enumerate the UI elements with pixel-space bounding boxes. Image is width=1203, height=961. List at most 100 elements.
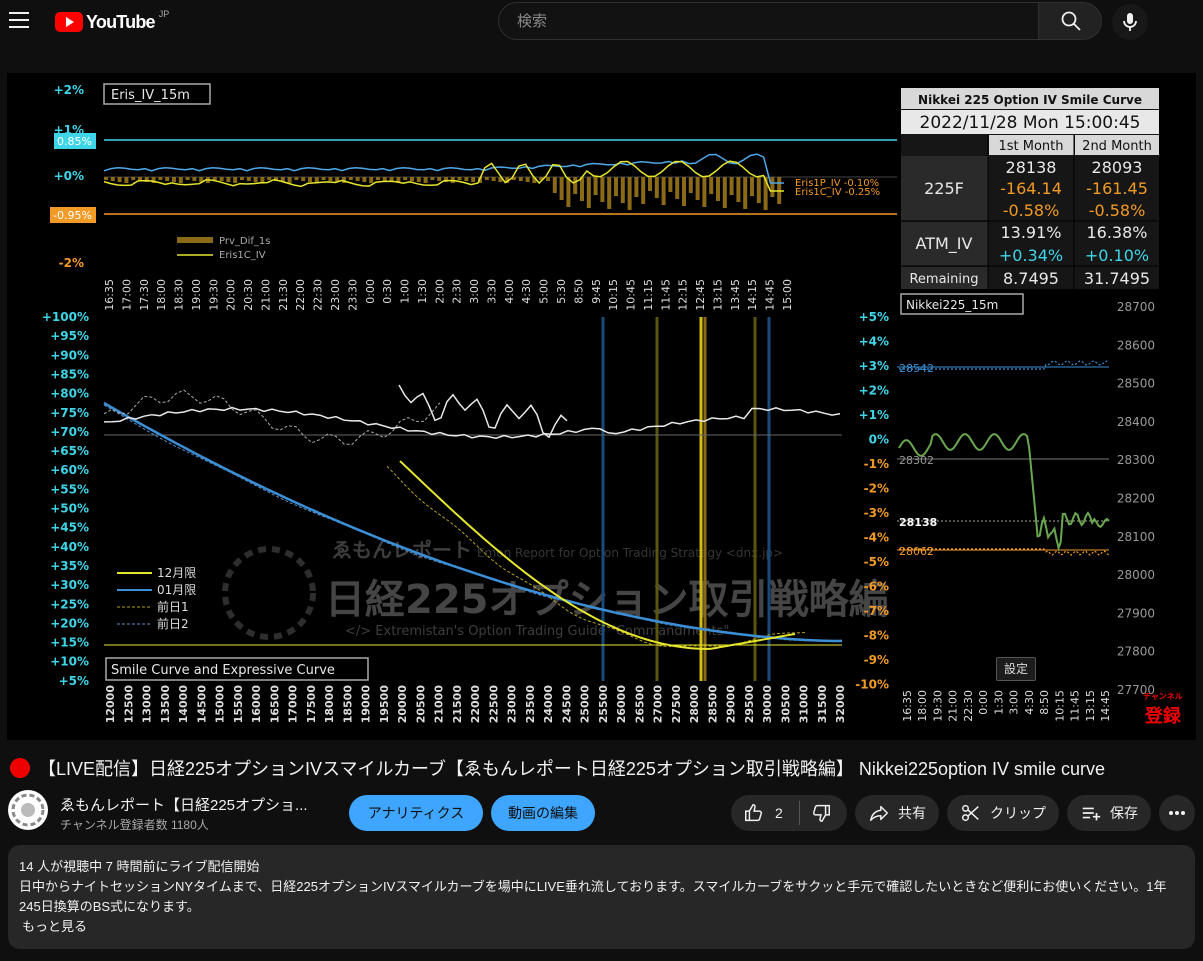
country-code: JP	[158, 9, 170, 19]
eris-x-tick: 11:15	[642, 279, 655, 311]
nikkei-x-tick: 13:15	[1084, 690, 1097, 722]
eris-x-tick: 10:45	[625, 279, 638, 311]
logo-wordmark: YouTube	[86, 11, 156, 32]
info-table: Nikkei 225 Option IV Smile Curve 2022/11…	[901, 88, 1159, 289]
eris-diff-bar	[376, 177, 380, 180]
smile-x-tick: 19000	[360, 685, 373, 724]
analytics-button[interactable]: アナリティクス	[349, 795, 483, 831]
eris-diff-bar	[688, 177, 693, 193]
smile-left-tick: +25%	[50, 597, 89, 611]
eris-x-tick: 22:30	[312, 279, 325, 311]
smile-right-tick: +2%	[859, 384, 889, 398]
share-button[interactable]: 共有	[855, 795, 939, 831]
smile-x-tick: 23500	[524, 685, 537, 724]
voice-search-button[interactable]	[1112, 4, 1148, 40]
eris-diff-bar	[682, 177, 686, 206]
edit-video-button[interactable]: 動画の編集	[491, 795, 595, 831]
smile-x-tick: 25000	[579, 685, 592, 724]
description-box[interactable]: 14 人が視聴中 7 時間前にライブ配信開始 日中からナイトセッションNYタイム…	[8, 845, 1195, 949]
nikkei-x-tick: 8:50	[1038, 690, 1051, 715]
like-dislike-group: 2	[731, 795, 847, 831]
smile-x-tick: 22000	[469, 685, 482, 724]
smile-left-tick: +90%	[50, 348, 89, 362]
info-col1: 1st Month	[998, 139, 1063, 154]
smile-x-tick: 23000	[506, 685, 519, 724]
thumbs-up-icon	[745, 804, 763, 822]
eris-diff-bar	[124, 177, 129, 183]
nikkei-x-tick: 3:00	[1008, 690, 1021, 715]
save-button[interactable]: 保存	[1067, 795, 1151, 831]
eris-x-tick: 17:30	[138, 279, 151, 311]
smile-x-tick: 32000	[834, 685, 847, 724]
smile-x-tick: 25500	[597, 685, 610, 724]
eris-diff-bar	[301, 177, 306, 181]
eris-diff-bar	[253, 177, 258, 182]
menu-icon[interactable]	[9, 12, 29, 28]
eris-x-tick: 8:50	[572, 279, 585, 304]
eris-diff-bar	[675, 177, 680, 199]
nikkei-x-tick: 0:00	[977, 690, 990, 715]
channel-name[interactable]: ゑもんレポート【日経225オプショ...	[60, 794, 330, 815]
smile-title: Smile Curve and Expressive Curve	[111, 663, 335, 678]
smile-right-tick: +4%	[859, 335, 889, 349]
eris-diff-bar	[192, 177, 197, 181]
eris-diff-bar	[362, 177, 367, 182]
clip-label: クリップ	[990, 805, 1046, 821]
like-button[interactable]: 2	[743, 802, 783, 824]
channel-watermark[interactable]: チャンネル 登録	[1143, 691, 1183, 728]
youtube-logo[interactable]: YouTube JP	[55, 9, 170, 33]
search-button[interactable]	[1038, 2, 1102, 40]
dislike-button[interactable]	[810, 802, 840, 824]
eris-diff-bar	[620, 177, 625, 203]
smile-x-tick: 18000	[323, 685, 336, 724]
smile-x-tick: 30500	[779, 685, 792, 724]
info-col2: 2nd Month	[1082, 139, 1152, 154]
search-input[interactable]	[515, 12, 1019, 31]
smile-x-tick: 24500	[560, 685, 573, 724]
avatar-emblem-icon	[11, 793, 45, 827]
description-text: 日中からナイトセッションNYタイムまで、日経225オプションIVスマイルカーブを…	[19, 879, 1167, 914]
smile-expressive-curve-1	[103, 406, 841, 439]
nikkei-x-tick: 4:30	[1023, 690, 1036, 715]
smile-legend: 12月限 01月限 前日1 前日2	[117, 566, 196, 631]
play-logo-icon	[55, 12, 83, 32]
subscriber-count: チャンネル登録者数 1180人	[60, 818, 209, 832]
channel-avatar[interactable]	[8, 790, 48, 830]
search-box	[498, 2, 1038, 40]
more-actions-button[interactable]	[1159, 795, 1195, 831]
show-more-link[interactable]: もっと見る	[22, 917, 87, 937]
nikkei-y-tick: 28100	[1117, 530, 1155, 544]
playlist-add-icon	[1082, 807, 1101, 821]
eris-diff-bar	[437, 177, 442, 181]
eris-y-tick: +2%	[54, 83, 84, 97]
eris-diff-bar	[552, 177, 557, 193]
video-frame: ゑもんレポート Emon Report for Option Trading S…	[42, 83, 1159, 724]
smile-x-tick: 13000	[141, 685, 154, 724]
eris-diff-bar	[233, 177, 238, 183]
eris-x-tick: 3:30	[485, 279, 498, 304]
smile-right-tick: -6%	[864, 580, 889, 594]
smile-left-tick: +95%	[50, 329, 89, 343]
clip-button[interactable]: クリップ	[947, 795, 1059, 831]
smile-x-tick: 27000	[652, 685, 665, 724]
settings-button[interactable]: 設定	[996, 657, 1036, 681]
share-label: 共有	[898, 805, 926, 821]
nikkei-y-tick: 28200	[1117, 492, 1155, 506]
eris-diff-bar	[566, 177, 571, 207]
eris-diff-bar	[648, 177, 652, 191]
smile-left-tick: +15%	[50, 636, 89, 650]
analytics-label: アナリティクス	[367, 805, 465, 821]
eris-diff-bar	[614, 177, 618, 196]
smile-x-tick: 24000	[542, 685, 555, 724]
eris-diff-bar	[403, 177, 408, 180]
eris-x-axis: 16:35 17:00 17:30 18:00 18:30 19:00 19:30 20:00…	[103, 279, 794, 311]
masthead: YouTube JP	[0, 0, 1203, 44]
smile-right-tick: -10%	[855, 678, 889, 692]
nikkei-x-tick: 21:00	[947, 690, 960, 722]
video-player[interactable]: ゑもんレポート Emon Report for Option Trading S…	[7, 73, 1196, 740]
watermark-line1: ゑもんレポート	[332, 538, 472, 562]
smile-left-tick: +40%	[50, 540, 89, 554]
smile-left-tick: +45%	[50, 521, 89, 535]
eris-legend-2: Eris1C_IV	[219, 250, 266, 261]
eris-x-tick: 4:00	[503, 279, 516, 304]
